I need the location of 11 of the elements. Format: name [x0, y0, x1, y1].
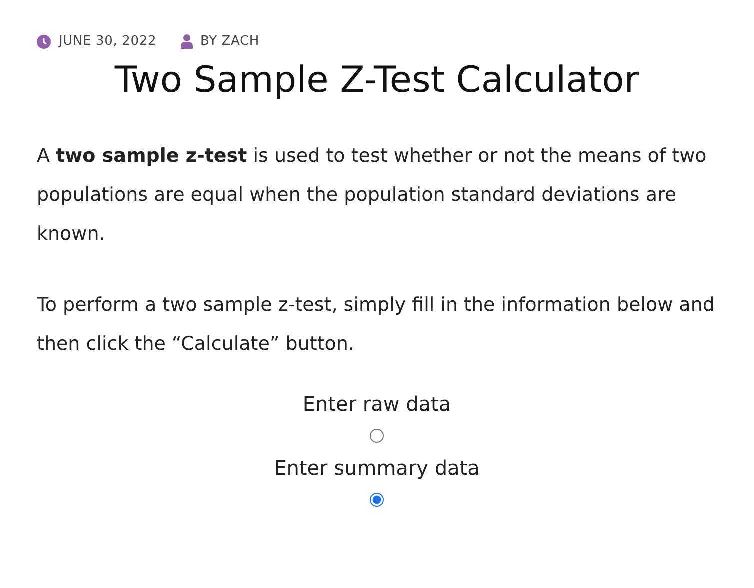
post-date: JUNE 30, 2022	[59, 33, 157, 51]
radio-button[interactable]	[370, 492, 384, 506]
option-label: Enter raw data	[302, 390, 452, 418]
radio-button[interactable]	[370, 428, 384, 442]
clock-icon	[37, 34, 51, 49]
person-icon	[180, 34, 193, 50]
option-label: Enter summary data	[274, 454, 480, 482]
paragraph: A two sample z-test is used to test whether or not the means of two populations are equal when the population standard deviations are known.	[37, 144, 708, 246]
paragraph: To perform a two sample z-test, simply fill in the information below and then click the “Calculate” button.	[37, 292, 716, 356]
page-title: Two Sample Z-Test Calculator	[114, 58, 640, 102]
post-author: BY ZACH	[200, 33, 260, 51]
